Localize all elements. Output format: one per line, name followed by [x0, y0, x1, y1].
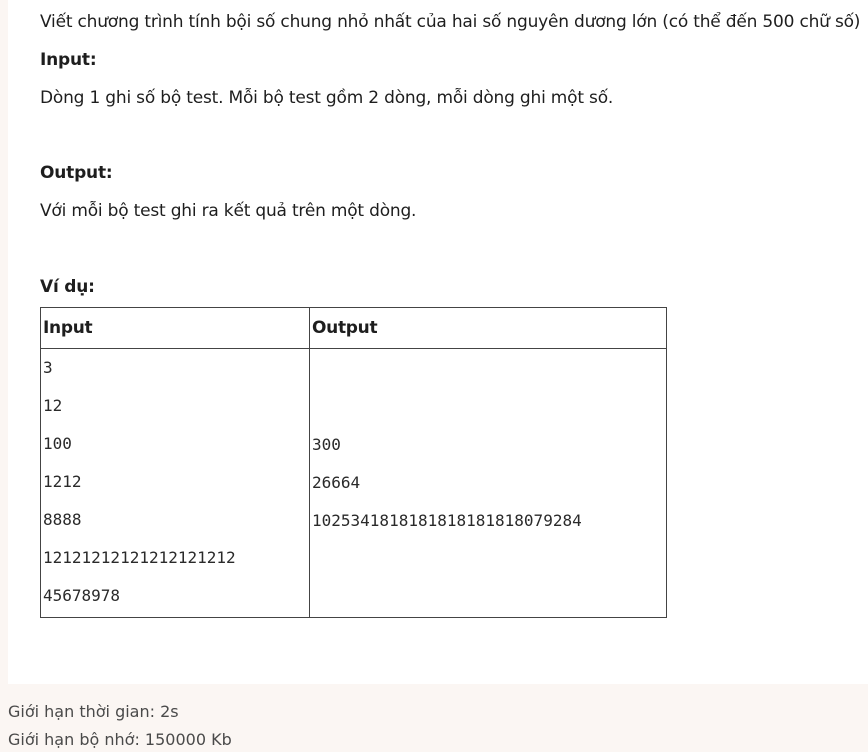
- example-input-cell: 3 12 100 1212 8888 12121212121212121212 …: [40, 348, 310, 618]
- output-line: 300: [312, 435, 341, 454]
- example-table-row: 3 12 100 1212 8888 12121212121212121212 …: [40, 348, 667, 618]
- input-line: 1212: [43, 472, 82, 491]
- input-line: 12121212121212121212: [43, 548, 236, 567]
- input-description: Dòng 1 ghi số bộ test. Mỗi bộ test gồm 2…: [40, 88, 614, 108]
- example-output-header: Output: [309, 307, 667, 349]
- example-table: Input Output 3 12 100 1212 8888 12121212…: [40, 307, 667, 618]
- example-output-cell: 300 26664 1025341818181818181818079284: [309, 348, 667, 618]
- output-line: 1025341818181818181818079284: [312, 511, 582, 530]
- output-description: Với mỗi bộ test ghi ra kết quả trên một …: [40, 201, 417, 221]
- input-line: 8888: [43, 510, 82, 529]
- example-table-header-row: Input Output: [40, 307, 667, 349]
- input-line: 3: [43, 358, 53, 377]
- example-input-header: Input: [40, 307, 310, 349]
- time-limit: Giới hạn thời gian: 2s: [8, 702, 179, 721]
- problem-statement: Viết chương trình tính bội số chung nhỏ …: [40, 12, 861, 32]
- output-line: 26664: [312, 473, 361, 492]
- input-line: 45678978: [43, 586, 121, 605]
- output-heading: Output:: [40, 163, 113, 183]
- input-line: 12: [43, 396, 63, 415]
- problem-panel: Viết chương trình tính bội số chung nhỏ …: [8, 0, 868, 684]
- memory-limit: Giới hạn bộ nhớ: 150000 Kb: [8, 730, 232, 749]
- input-line: 100: [43, 434, 72, 453]
- example-heading: Ví dụ:: [40, 277, 95, 297]
- input-heading: Input:: [40, 50, 97, 70]
